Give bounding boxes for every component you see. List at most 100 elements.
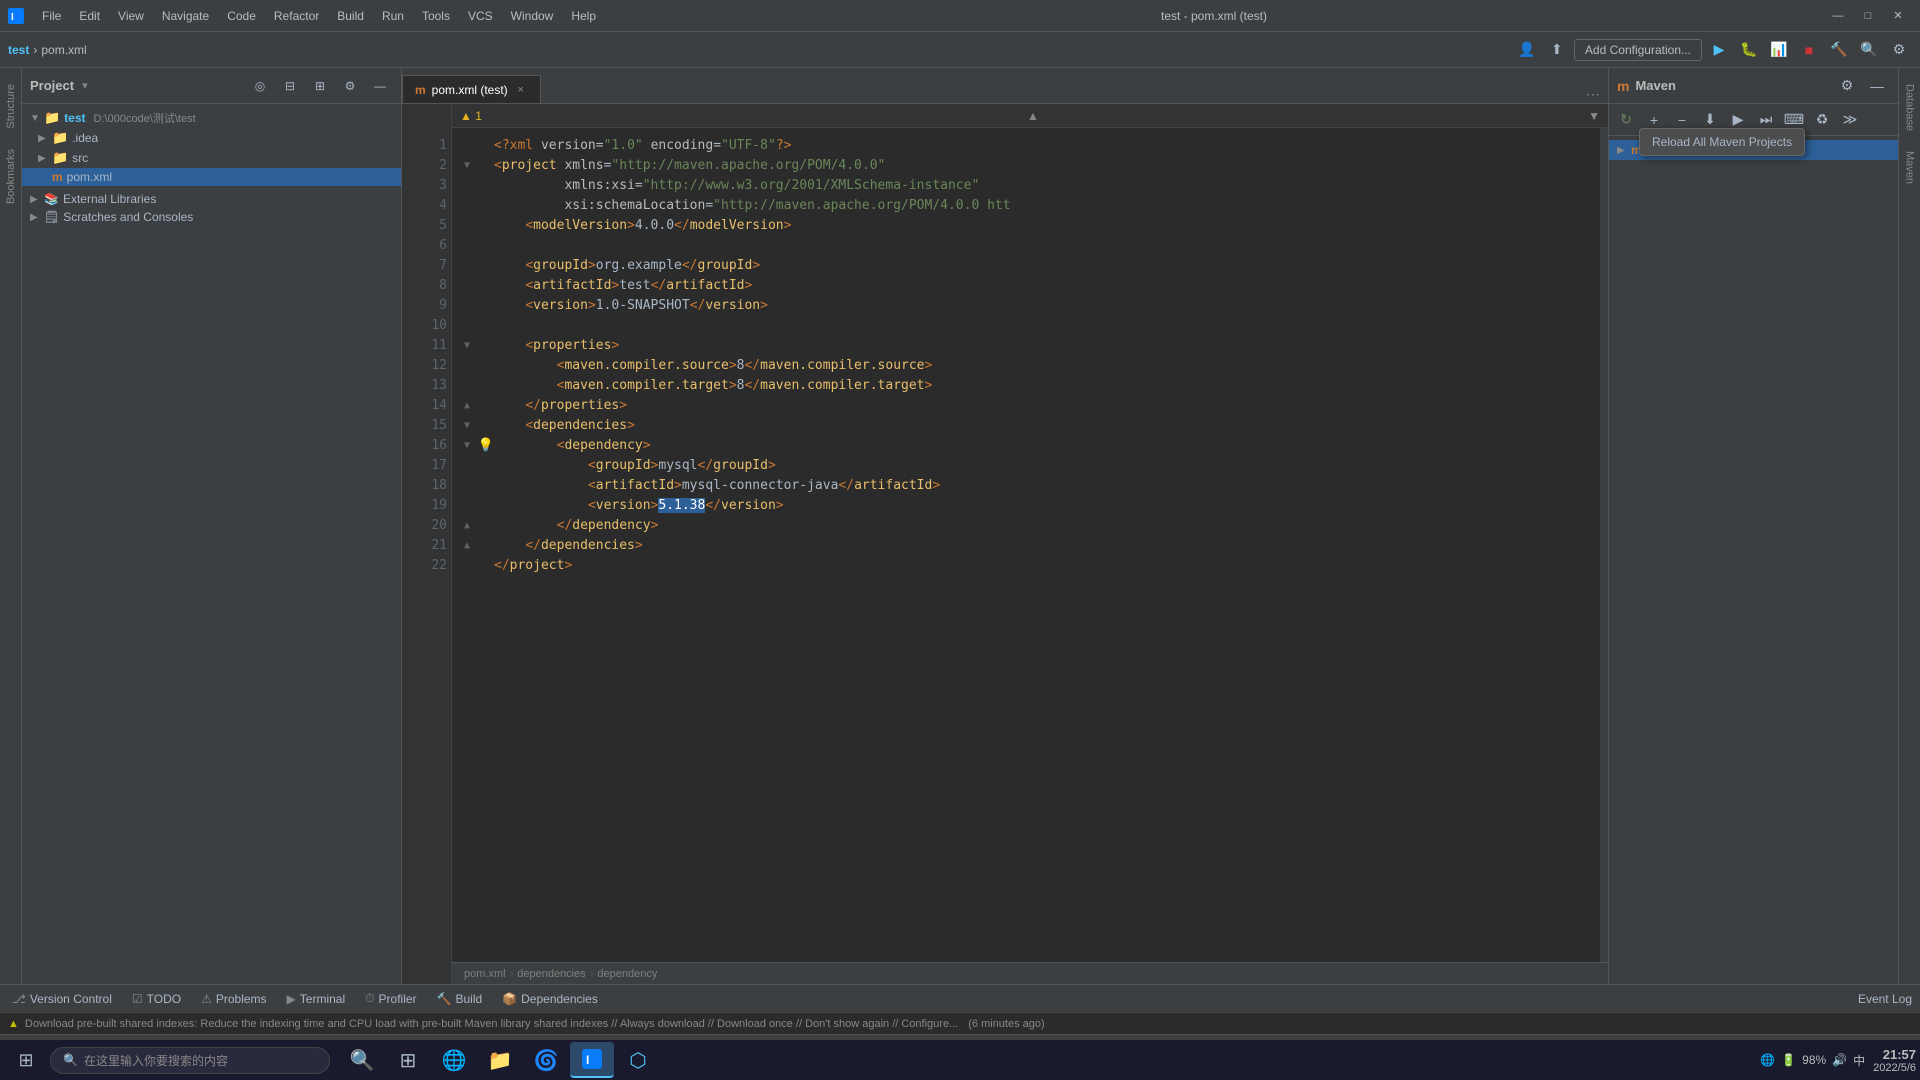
code-line-11[interactable]: ▼ <properties>	[464, 336, 1596, 356]
fold-gutter-15[interactable]: ▼	[464, 416, 478, 436]
scroll-down-button[interactable]: ▼	[1588, 109, 1600, 123]
sidebar-tab-structure[interactable]: Structure	[2, 76, 20, 137]
settings-button[interactable]: ⚙	[1886, 37, 1912, 63]
profile-button[interactable]: 👤	[1514, 37, 1540, 63]
taskbar-cortana[interactable]: 🔍	[340, 1042, 384, 1078]
tool-problems[interactable]: ⚠ Problems	[197, 990, 270, 1008]
close-project-panel-button[interactable]: —	[367, 73, 393, 99]
tool-version-control[interactable]: ⎇ Version Control	[8, 990, 116, 1008]
tree-item-idea[interactable]: ▶ 📁 .idea	[22, 128, 401, 148]
sidebar-tab-bookmarks[interactable]: Bookmarks	[2, 141, 20, 212]
expand-all-button[interactable]: ⊞	[307, 73, 333, 99]
maven-settings-button[interactable]: ⚙	[1834, 73, 1860, 99]
maven-more-button[interactable]: ≫	[1837, 107, 1863, 133]
tree-item-src[interactable]: ▶ 📁 src	[22, 148, 401, 168]
minimize-button[interactable]: —	[1824, 6, 1852, 26]
stop-button[interactable]: ■	[1796, 37, 1822, 63]
fold-gutter-21[interactable]: ▲	[464, 536, 478, 556]
code-line-22[interactable]: </project>	[464, 556, 1596, 576]
code-line-9[interactable]: <version>1.0-SNAPSHOT</version>	[464, 296, 1596, 316]
sidebar-tab-database[interactable]: Database	[1901, 76, 1919, 139]
code-line-17[interactable]: <groupId>mysql</groupId>	[464, 456, 1596, 476]
search-everywhere-button[interactable]: 🔍	[1856, 37, 1882, 63]
clock[interactable]: 21:57 2022/5/6	[1873, 1047, 1916, 1074]
tree-label-pom[interactable]: pom.xml	[67, 170, 112, 184]
tool-terminal[interactable]: ▶ Terminal	[283, 990, 350, 1008]
tree-label-extlibs[interactable]: External Libraries	[63, 192, 156, 206]
tab-close-button[interactable]: ×	[514, 83, 528, 97]
run-with-coverage-button[interactable]: 📊	[1766, 37, 1792, 63]
code-line-21[interactable]: ▲ </dependencies>	[464, 536, 1596, 556]
code-line-3[interactable]: xmlns:xsi="http://www.w3.org/2001/XMLSch…	[464, 176, 1596, 196]
menu-refactor[interactable]: Refactor	[266, 7, 327, 25]
taskbar-intellij[interactable]: I	[570, 1042, 614, 1078]
tree-item-scratches[interactable]: ▶ 🗒 Scratches and Consoles	[22, 208, 401, 226]
fold-gutter-14[interactable]: ▲	[464, 396, 478, 416]
tree-label-scratches[interactable]: Scratches and Consoles	[63, 210, 193, 224]
editor-tab-pom[interactable]: m pom.xml (test) ×	[402, 75, 541, 103]
code-line-8[interactable]: <artifactId>test</artifactId>	[464, 276, 1596, 296]
taskbar-file-explorer[interactable]: 📁	[478, 1042, 522, 1078]
maven-collapse-button[interactable]: —	[1864, 73, 1890, 99]
locate-file-button[interactable]: ◎	[247, 73, 273, 99]
code-line-18[interactable]: <artifactId>mysql-connector-java</artifa…	[464, 476, 1596, 496]
run-button[interactable]: ▶	[1706, 37, 1732, 63]
menu-run[interactable]: Run	[374, 7, 412, 25]
fold-gutter-16[interactable]: ▼	[464, 436, 478, 456]
code-line-10[interactable]	[464, 316, 1596, 336]
vcs-button[interactable]: ⬆	[1544, 37, 1570, 63]
taskbar-task-view[interactable]: ⊞	[386, 1042, 430, 1078]
code-line-16[interactable]: ▼💡 <dependency>	[464, 436, 1596, 456]
menu-vcs[interactable]: VCS	[460, 7, 501, 25]
tree-item-root[interactable]: ▼ 📁 test D:\000code\测试\test	[22, 108, 401, 128]
project-settings-button[interactable]: ⚙	[337, 73, 363, 99]
fold-gutter-20[interactable]: ▲	[464, 516, 478, 536]
editor-content[interactable]: 12345678910111213141516171819202122 ▲ 1 …	[402, 104, 1608, 984]
event-log[interactable]: Event Log	[1858, 992, 1912, 1006]
code-line-14[interactable]: ▲ </properties>	[464, 396, 1596, 416]
hint-gutter-16[interactable]: 💡	[478, 436, 494, 456]
menu-tools[interactable]: Tools	[414, 7, 458, 25]
code-line-1[interactable]: <?xml version="1.0" encoding="UTF-8"?>	[464, 136, 1596, 156]
tree-item-external-libs[interactable]: ▶ 📚 External Libraries	[22, 190, 401, 208]
menu-code[interactable]: Code	[219, 7, 264, 25]
scroll-up-button[interactable]: ▲	[1027, 109, 1039, 123]
maven-lifecycle-button[interactable]: ♻	[1809, 107, 1835, 133]
taskbar-vscode[interactable]: ⬡	[616, 1042, 660, 1078]
build-button[interactable]: 🔨	[1826, 37, 1852, 63]
start-button[interactable]: ⊞	[4, 1042, 48, 1078]
menu-navigate[interactable]: Navigate	[154, 7, 217, 25]
tool-todo[interactable]: ☑ TODO	[128, 990, 185, 1008]
taskbar-chrome[interactable]: 🌀	[524, 1042, 568, 1078]
taskbar-edge[interactable]: 🌐	[432, 1042, 476, 1078]
tree-item-pom[interactable]: m pom.xml	[22, 168, 401, 186]
tool-dependencies[interactable]: 📦 Dependencies	[498, 990, 602, 1008]
code-line-12[interactable]: <maven.compiler.source>8</maven.compiler…	[464, 356, 1596, 376]
menu-file[interactable]: File	[34, 7, 69, 25]
menu-edit[interactable]: Edit	[71, 7, 108, 25]
fold-gutter-2[interactable]: ▼	[464, 156, 478, 176]
breadcrumb-file[interactable]: pom.xml	[41, 43, 86, 57]
taskbar-search[interactable]: 🔍 在这里输入你要搜索的内容	[50, 1047, 330, 1074]
code-line-19[interactable]: <version>5.1.38</version>	[464, 496, 1596, 516]
project-dropdown-arrow[interactable]: ▾	[82, 79, 88, 92]
add-configuration-button[interactable]: Add Configuration...	[1574, 39, 1702, 61]
warning-indicator[interactable]: ▲ 1	[460, 109, 482, 123]
close-button[interactable]: ✕	[1884, 6, 1912, 26]
breadcrumb-project[interactable]: test	[8, 43, 29, 57]
maximize-button[interactable]: □	[1854, 6, 1882, 26]
maven-reload-button[interactable]: ↻	[1613, 107, 1639, 133]
debug-button[interactable]: 🐛	[1736, 37, 1762, 63]
tree-label-idea[interactable]: .idea	[72, 131, 98, 145]
code-line-13[interactable]: <maven.compiler.target>8</maven.compiler…	[464, 376, 1596, 396]
code-line-6[interactable]	[464, 236, 1596, 256]
menu-window[interactable]: Window	[503, 7, 562, 25]
code-line-20[interactable]: ▲ </dependency>	[464, 516, 1596, 536]
menu-build[interactable]: Build	[329, 7, 372, 25]
project-tree[interactable]: ▼ 📁 test D:\000code\测试\test ▶ 📁 .idea ▶ …	[22, 104, 401, 984]
menu-view[interactable]: View	[110, 7, 152, 25]
code-line-7[interactable]: <groupId>org.example</groupId>	[464, 256, 1596, 276]
code-line-4[interactable]: xsi:schemaLocation="http://maven.apache.…	[464, 196, 1596, 216]
tabs-more-button[interactable]: ⋯	[1578, 86, 1608, 103]
fold-gutter-11[interactable]: ▼	[464, 336, 478, 356]
